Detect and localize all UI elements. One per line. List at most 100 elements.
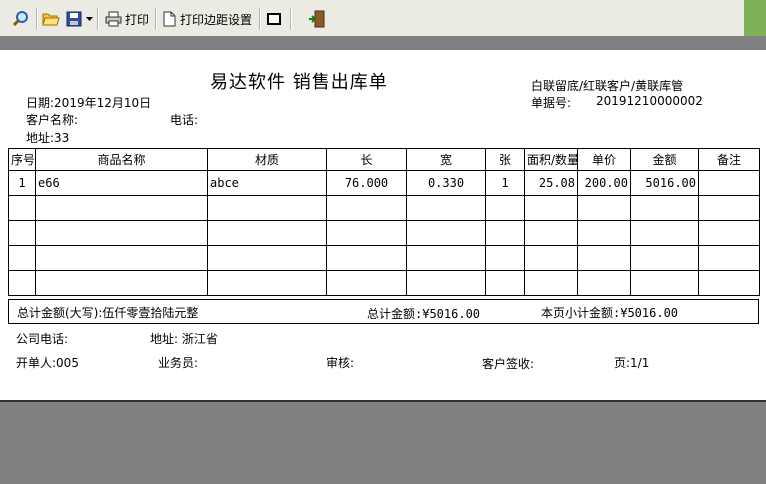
table-cell xyxy=(485,270,525,296)
save-button[interactable] xyxy=(66,9,82,29)
exit-button[interactable] xyxy=(308,9,326,29)
table-cell xyxy=(577,195,631,221)
table-cell xyxy=(485,245,525,271)
chevron-down-icon xyxy=(86,17,93,21)
table-cell xyxy=(485,195,525,221)
salesperson: 业务员: xyxy=(158,356,199,370)
company-phone: 公司电话: xyxy=(16,332,69,346)
table-cell xyxy=(577,220,631,246)
table-cell xyxy=(207,245,327,271)
magnifier-icon xyxy=(12,11,28,27)
table-row xyxy=(8,270,760,296)
customer-signature: 客户签收: xyxy=(482,357,535,371)
table-cell xyxy=(326,245,407,271)
customer-address: 地址:33 xyxy=(26,131,70,145)
exit-door-icon xyxy=(309,10,325,28)
preview-search-button[interactable] xyxy=(12,9,30,29)
column-header: 序号 xyxy=(8,148,36,171)
customer-name-label: 客户名称: xyxy=(26,113,79,127)
printer-icon xyxy=(105,11,122,27)
table-cell xyxy=(8,220,36,246)
table-cell: 25.08 xyxy=(524,170,578,196)
table-cell xyxy=(630,195,699,221)
table-cell: abce xyxy=(207,170,327,196)
table-cell xyxy=(35,245,208,271)
table-cell xyxy=(207,220,327,246)
company-address: 地址: 浙江省 xyxy=(150,332,218,346)
column-header: 金额 xyxy=(630,148,699,171)
document-title: 易达软件 销售出库单 xyxy=(210,72,388,93)
order-number-label: 单据号: xyxy=(531,96,572,110)
column-header: 长 xyxy=(326,148,407,171)
table-cell xyxy=(577,270,631,296)
table-cell xyxy=(35,270,208,296)
table-cell xyxy=(524,220,578,246)
total-amount-uppercase: 总计金额(大写):伍仟零壹拾陆元整 xyxy=(17,306,199,320)
table-cell xyxy=(35,220,208,246)
table-cell xyxy=(485,220,525,246)
table-cell xyxy=(406,245,486,271)
toolbar-accent xyxy=(744,0,766,36)
table-cell xyxy=(698,220,760,246)
page-frame-button[interactable] xyxy=(267,9,281,29)
table-cell xyxy=(406,220,486,246)
table-row xyxy=(8,195,760,221)
page-icon xyxy=(163,11,176,27)
table-cell xyxy=(577,245,631,271)
table-cell xyxy=(630,220,699,246)
table-cell xyxy=(406,270,486,296)
table-cell xyxy=(698,195,760,221)
table-cell: 76.000 xyxy=(326,170,407,196)
table-row: 1 e66 abce 76.000 0.330 1 25.08 200.00 5… xyxy=(8,170,760,196)
print-margin-settings-button[interactable]: 打印边距设置 xyxy=(163,9,252,29)
table-cell xyxy=(406,195,486,221)
table-cell: 5016.00 xyxy=(630,170,699,196)
items-table: 序号 商品名称 材质 长 宽 张 面积/数量 单价 金额 备注 1 e66 ab… xyxy=(8,148,760,296)
column-header: 单价 xyxy=(577,148,631,171)
table-cell xyxy=(630,245,699,271)
table-header-row: 序号 商品名称 材质 长 宽 张 面积/数量 单价 金额 备注 xyxy=(8,148,760,171)
table-cell xyxy=(326,270,407,296)
table-cell xyxy=(35,195,208,221)
table-cell xyxy=(698,270,760,296)
table-cell: 1 xyxy=(485,170,525,196)
table-cell: 0.330 xyxy=(406,170,486,196)
table-cell xyxy=(630,270,699,296)
column-header: 备注 xyxy=(698,148,760,171)
table-cell xyxy=(8,245,36,271)
reviewer: 审核: xyxy=(326,356,355,370)
column-header: 面积/数量 xyxy=(524,148,578,171)
floppy-disk-icon xyxy=(66,11,82,27)
copy-distribution-note: 白联留底/红联客户/黄联库管 xyxy=(531,79,684,93)
preview-margin-bar xyxy=(0,36,766,50)
table-cell xyxy=(8,270,36,296)
print-preview-page: 易达软件 销售出库单 白联留底/红联客户/黄联库管 日期:2019年12月10日… xyxy=(0,50,766,402)
table-cell xyxy=(524,195,578,221)
totals-row: 总计金额(大写):伍仟零壹拾陆元整 总计金额:¥5016.00 本页小计金额:¥… xyxy=(8,299,759,324)
table-cell xyxy=(207,270,327,296)
table-cell: 1 xyxy=(8,170,36,196)
open-button[interactable] xyxy=(42,9,60,29)
column-header: 商品名称 xyxy=(35,148,208,171)
table-cell xyxy=(698,170,760,196)
table-cell xyxy=(524,270,578,296)
table-cell: 200.00 xyxy=(577,170,631,196)
document-date: 日期:2019年12月10日 xyxy=(26,96,152,110)
page-number: 页:1/1 xyxy=(614,356,650,370)
print-margin-label: 打印边距设置 xyxy=(180,12,253,27)
table-cell xyxy=(326,220,407,246)
table-cell xyxy=(207,195,327,221)
save-dropdown-button[interactable] xyxy=(86,9,93,29)
table-cell xyxy=(698,245,760,271)
issuer: 开单人:005 xyxy=(16,356,79,370)
folder-open-icon xyxy=(42,13,60,26)
table-cell xyxy=(524,245,578,271)
table-row xyxy=(8,245,760,271)
table-cell xyxy=(326,195,407,221)
print-button[interactable]: 打印 xyxy=(105,9,149,29)
column-header: 材质 xyxy=(207,148,327,171)
column-header: 张 xyxy=(485,148,525,171)
total-amount: 总计金额:¥5016.00 xyxy=(367,307,481,321)
print-label: 打印 xyxy=(125,12,150,27)
order-number: 20191210000002 xyxy=(596,94,703,108)
